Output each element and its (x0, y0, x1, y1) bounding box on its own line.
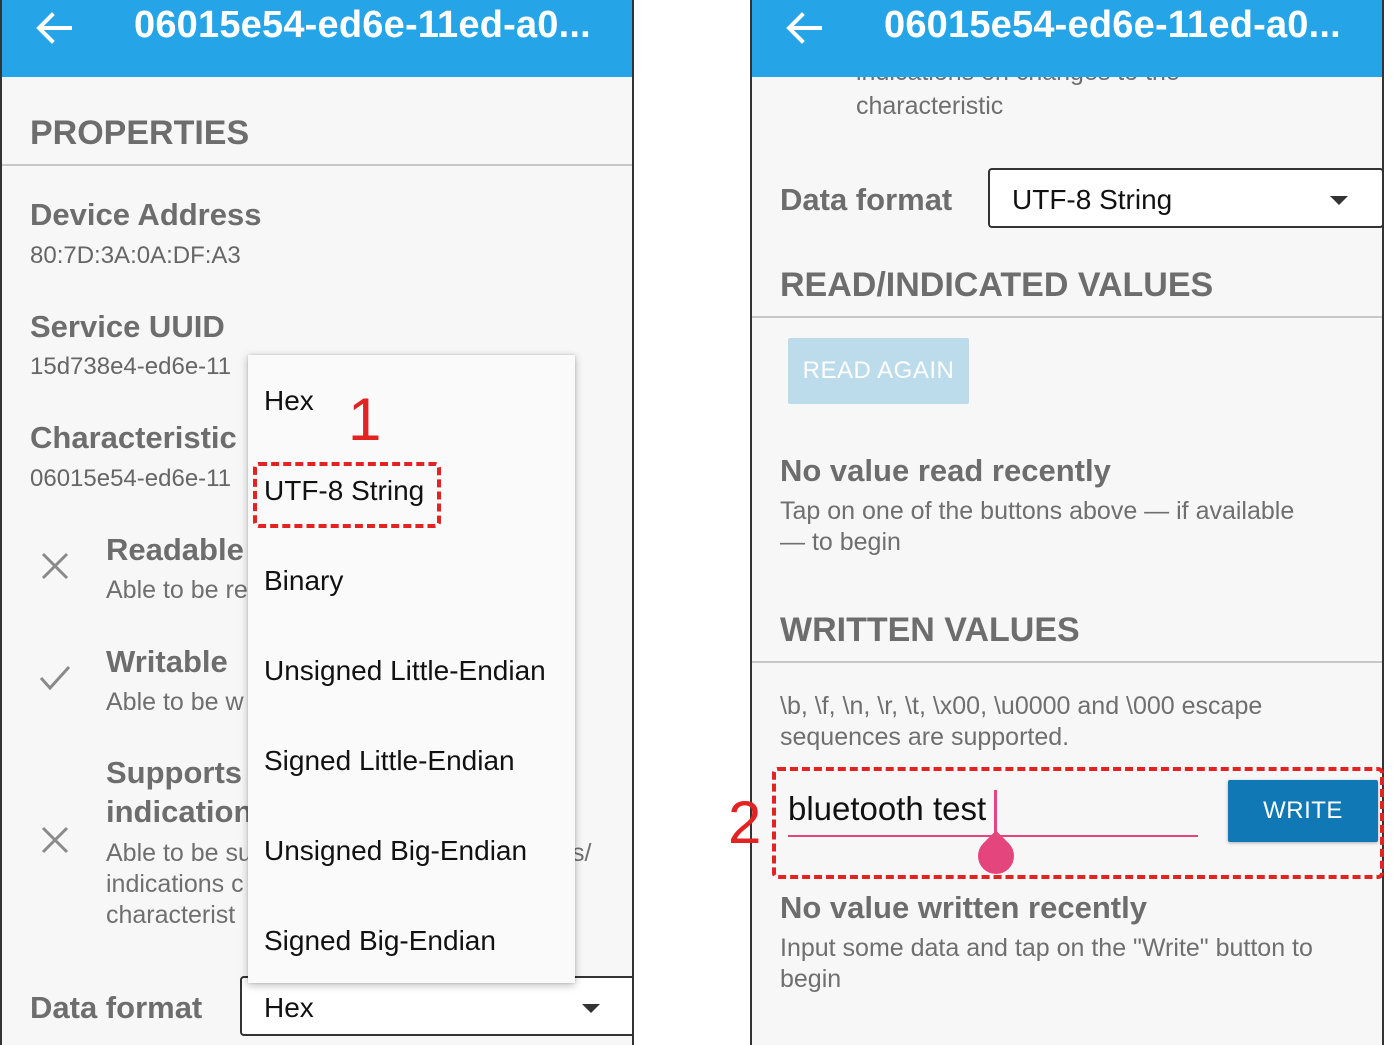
characteristic-label: Characteristic (30, 420, 237, 455)
back-arrow-icon[interactable] (782, 6, 826, 50)
data-format-selected: Hex (264, 992, 314, 1023)
read-again-button[interactable]: READ AGAIN (788, 338, 969, 404)
supports-title-line2: indication (106, 794, 253, 829)
menu-item-unsigned-big-endian[interactable]: Unsigned Big-Endian (264, 835, 527, 867)
data-format-menu: Hex UTF-8 String Binary Unsigned Little-… (248, 355, 575, 983)
no-value-written-line1: Input some data and tap on the "Write" b… (780, 934, 1313, 962)
data-format-select[interactable]: Hex (240, 976, 632, 1036)
supports-desc-line3: characterist (106, 901, 236, 929)
escape-note-line2: sequences are supported. (780, 723, 1070, 751)
menu-item-unsigned-little-endian[interactable]: Unsigned Little-Endian (264, 655, 546, 687)
service-uuid-label: Service UUID (30, 309, 225, 344)
menu-item-signed-big-endian[interactable]: Signed Big-Endian (264, 925, 496, 957)
service-uuid-value: 15d738e4-ed6e-11 (30, 353, 232, 380)
data-format-label: Data format (30, 990, 203, 1025)
close-icon (38, 549, 72, 583)
readable-title: Readable (106, 532, 244, 567)
writable-desc: Able to be w (106, 688, 244, 716)
no-value-written-title: No value written recently (780, 890, 1147, 925)
properties-header: PROPERTIES (30, 114, 250, 152)
data-format-label: Data format (780, 182, 953, 217)
app-bar: 06015e54-ed6e-11ed-a0... (752, 0, 1382, 77)
left-screen: 06015e54-ed6e-11ed-a0... PROPERTIES Devi… (0, 0, 634, 1045)
scrolled-description: characteristic (856, 92, 1004, 120)
dropdown-caret-icon (1330, 196, 1348, 205)
annotation-number: 2 (728, 789, 762, 856)
escape-note-line1: \b, \f, \n, \r, \t, \x00, \u0000 and \00… (780, 692, 1263, 720)
supports-desc-line1: Able to be su (106, 839, 252, 867)
annotation-highlight-box (253, 462, 441, 528)
menu-item-signed-little-endian[interactable]: Signed Little-Endian (264, 745, 515, 777)
supports-desc-line2: indications c (106, 870, 244, 898)
app-bar-title: 06015e54-ed6e-11ed-a0... (884, 4, 1341, 46)
divider (2, 164, 632, 166)
readable-desc: Able to be re (106, 576, 248, 604)
device-address-value: 80:7D:3A:0A:DF:A3 (30, 242, 241, 269)
close-icon (38, 823, 72, 857)
data-format-select[interactable]: UTF-8 String (988, 168, 1382, 228)
annotation-number: 1 (348, 386, 382, 453)
data-format-selected: UTF-8 String (1012, 184, 1173, 215)
read-values-header: READ/INDICATED VALUES (780, 266, 1214, 304)
dropdown-caret-icon (582, 1004, 600, 1013)
app-bar: 06015e54-ed6e-11ed-a0... (2, 0, 632, 77)
app-bar-title: 06015e54-ed6e-11ed-a0... (134, 4, 591, 46)
menu-item-binary[interactable]: Binary (264, 565, 343, 597)
device-address-label: Device Address (30, 197, 262, 232)
no-value-written-line2: begin (780, 965, 842, 993)
divider (752, 661, 1382, 663)
check-icon (38, 660, 72, 694)
back-arrow-icon[interactable] (32, 6, 76, 50)
divider (752, 316, 1382, 318)
annotation-highlight-box (772, 767, 1384, 879)
writable-title: Writable (106, 644, 228, 679)
no-value-read-line1: Tap on one of the buttons above — if ava… (780, 497, 1295, 525)
supports-title-line1: Supports (106, 755, 243, 790)
no-value-read-title: No value read recently (780, 453, 1111, 488)
written-values-header: WRITTEN VALUES (780, 611, 1080, 649)
menu-item-hex[interactable]: Hex (264, 385, 314, 417)
characteristic-value: 06015e54-ed6e-11 (30, 465, 232, 492)
no-value-read-line2: — to begin (780, 528, 901, 556)
right-screen: indications on changes to the characteri… (750, 0, 1384, 1045)
